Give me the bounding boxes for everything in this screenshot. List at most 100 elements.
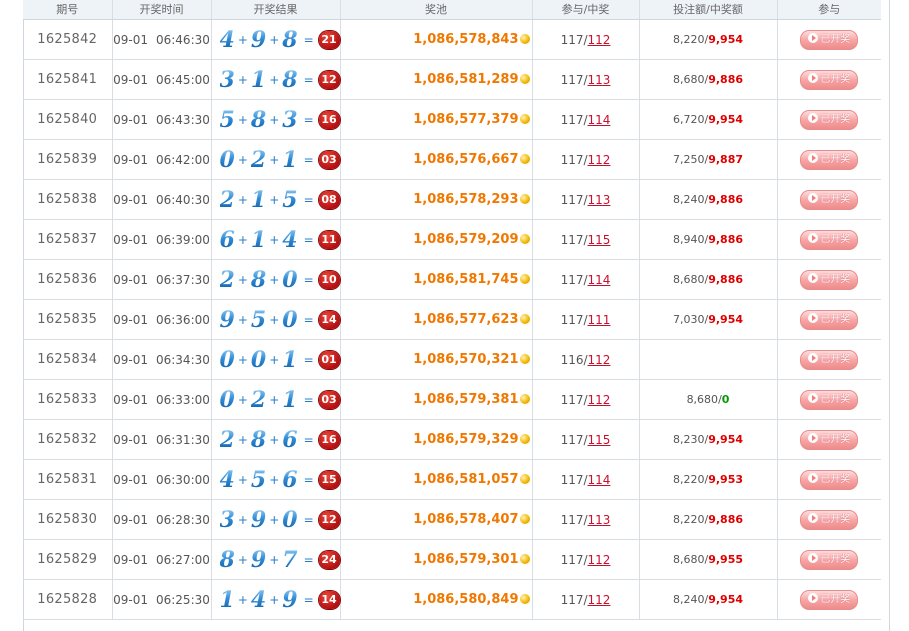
drawn-button[interactable]: 已开奖 [800, 149, 859, 170]
drawn-button[interactable]: 已开奖 [800, 549, 859, 570]
participation: 117/112 [532, 579, 640, 620]
winner-count-link[interactable]: 113 [588, 193, 611, 207]
play-icon [808, 392, 819, 403]
result-digit-3: 1 [282, 386, 298, 413]
winner-count-link[interactable]: 112 [588, 353, 611, 367]
win-amount: 9,954 [708, 593, 743, 606]
result-digit-1: 2 [219, 186, 235, 213]
drawn-button[interactable]: 已开奖 [800, 29, 859, 50]
play-icon [808, 352, 819, 363]
bet-amount: 8,680 [672, 273, 705, 286]
participation: 117/112 [532, 379, 640, 420]
drawn-button[interactable]: 已开奖 [800, 509, 859, 530]
draw-date: 09-01 [113, 512, 148, 527]
drawn-button-label: 已开奖 [820, 113, 851, 125]
drawn-button[interactable]: 已开奖 [800, 349, 859, 370]
prize-pool: 1,086,579,301 [340, 539, 533, 580]
drawn-button-label: 已开奖 [820, 393, 851, 405]
draw-clock: 06:31:30 [155, 432, 210, 447]
join-cell: 已开奖 [777, 579, 881, 620]
result-digit-2: 0 [250, 346, 267, 373]
result-digit-1: 9 [219, 306, 235, 333]
winner-count-link[interactable]: 115 [588, 233, 611, 247]
plus-sign: + [237, 392, 248, 407]
result-sum-ball: 01 [318, 350, 340, 369]
participation: 117/115 [532, 419, 640, 460]
draw-date: 09-01 [113, 272, 148, 287]
result-sum-ball: 12 [318, 510, 340, 529]
prize-pool-value: 1,086,578,407 [413, 512, 519, 527]
participant-count: 117 [560, 592, 584, 607]
winner-count-link[interactable]: 113 [588, 73, 611, 87]
table-row: 1625840 09-01 06:43:30 5 + 8 + 3 = 16 1,0… [23, 99, 881, 140]
draw-time: 09-01 06:46:30 [112, 19, 212, 60]
drawn-button[interactable]: 已开奖 [800, 389, 859, 410]
table-row: 1625829 09-01 06:27:00 8 + 9 + 7 = 24 1,0… [23, 539, 881, 580]
winner-count-link[interactable]: 114 [588, 473, 611, 487]
join-cell: 已开奖 [777, 179, 881, 220]
draw-result: 9 + 5 + 0 = 14 [211, 299, 341, 340]
header-participation: 参与/中奖 [532, 0, 640, 20]
play-icon [808, 152, 819, 163]
result-digit-1: 3 [219, 506, 235, 533]
join-cell: 已开奖 [777, 259, 881, 300]
winner-count-link[interactable]: 112 [588, 153, 611, 167]
bet-amounts: 8,940/9,886 [639, 219, 778, 260]
coin-icon [519, 554, 530, 564]
coin-icon [519, 114, 530, 124]
join-cell: 已开奖 [777, 59, 881, 100]
winner-count-link[interactable]: 112 [588, 553, 611, 567]
winner-count-link[interactable]: 113 [588, 513, 611, 527]
draw-history-table: 期号 开奖时间 开奖结果 奖池 参与/中奖 投注额/中奖额 参与 1625842… [23, 0, 881, 620]
issue-number: 1625831 [23, 459, 113, 500]
bet-amounts: 6,720/9,954 [639, 99, 778, 140]
winner-count-link[interactable]: 111 [588, 313, 611, 327]
plus-sign: + [237, 432, 248, 447]
bet-amounts: 8,240/9,886 [639, 179, 778, 220]
table-header-row: 期号 开奖时间 开奖结果 奖池 参与/中奖 投注额/中奖额 参与 [23, 0, 881, 20]
winner-count-link[interactable]: 114 [588, 273, 611, 287]
winner-count-link[interactable]: 112 [588, 33, 611, 47]
bet-amount: 8,230 [672, 433, 705, 446]
winner-count-link[interactable]: 114 [588, 113, 611, 127]
plus-sign: + [269, 352, 280, 367]
prize-pool-value: 1,086,581,057 [413, 472, 519, 487]
drawn-button[interactable]: 已开奖 [800, 269, 859, 290]
bet-amounts: 8,680/0 [639, 379, 778, 420]
draw-clock: 06:42:00 [155, 152, 210, 167]
drawn-button[interactable]: 已开奖 [800, 589, 859, 610]
equals-sign: = [303, 312, 314, 327]
draw-result: 4 + 9 + 8 = 21 [211, 19, 341, 60]
draw-clock: 06:40:30 [155, 192, 210, 207]
play-icon [808, 32, 819, 43]
drawn-button[interactable]: 已开奖 [800, 69, 859, 90]
result-digit-2: 1 [250, 66, 267, 93]
drawn-button[interactable]: 已开奖 [800, 229, 859, 250]
bet-amount: 8,220 [672, 473, 705, 486]
result-digit-1: 5 [219, 106, 235, 133]
winner-count-link[interactable]: 112 [588, 593, 611, 607]
drawn-button-label: 已开奖 [820, 153, 851, 165]
winner-count-link[interactable]: 112 [588, 393, 611, 407]
participant-count: 117 [560, 312, 584, 327]
drawn-button[interactable]: 已开奖 [800, 189, 859, 210]
drawn-button[interactable]: 已开奖 [800, 109, 859, 130]
header-bet: 投注额/中奖额 [639, 0, 778, 20]
drawn-button[interactable]: 已开奖 [800, 309, 859, 330]
issue-number: 1625840 [23, 99, 113, 140]
result-digit-2: 9 [250, 26, 267, 53]
winner-count-link[interactable]: 115 [588, 433, 611, 447]
draw-result: 3 + 9 + 0 = 12 [211, 499, 341, 540]
drawn-button-label: 已开奖 [820, 33, 851, 45]
plus-sign: + [269, 232, 280, 247]
win-amount: 9,886 [708, 73, 743, 86]
drawn-button[interactable]: 已开奖 [800, 469, 859, 490]
bet-amount: 7,250 [672, 153, 705, 166]
bet-amount: 8,240 [672, 593, 705, 606]
plus-sign: + [237, 72, 248, 87]
plus-sign: + [237, 352, 248, 367]
participant-count: 117 [560, 32, 584, 47]
drawn-button[interactable]: 已开奖 [800, 429, 859, 450]
result-digit-3: 9 [282, 586, 298, 613]
draw-result: 0 + 2 + 1 = 03 [211, 379, 341, 420]
